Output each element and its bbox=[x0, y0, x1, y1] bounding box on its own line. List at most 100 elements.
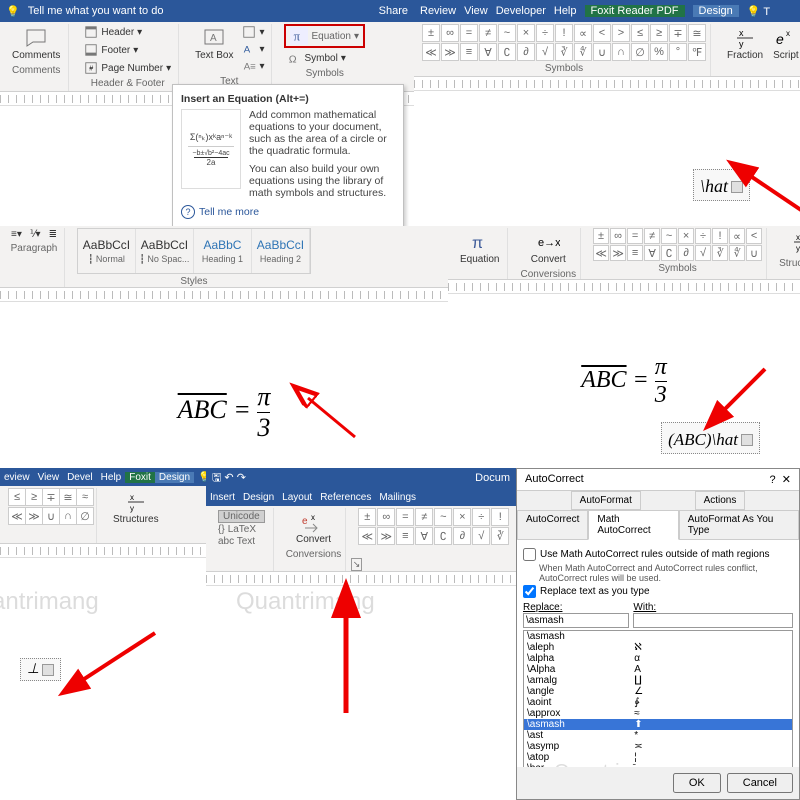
autocorrect-row[interactable]: \alephℵ bbox=[524, 642, 792, 653]
fraction-button[interactable]: xyFraction bbox=[723, 24, 767, 63]
checkbox-outside-math[interactable]: Use Math AutoCorrect rules outside of ma… bbox=[523, 548, 793, 561]
tab-view[interactable]: View bbox=[464, 5, 488, 17]
symbols-mini[interactable]: ≤≥∓≅≈ ≪≫∪∩∅ bbox=[8, 488, 92, 525]
tab-review[interactable]: Review bbox=[420, 5, 456, 17]
symbols-grid-6[interactable]: ±∞=≠~×÷!≪≫≡∀∁∂√∛ bbox=[358, 508, 509, 545]
symbol-cell[interactable]: ≠ bbox=[479, 24, 497, 42]
text-box-button[interactable]: A Text Box bbox=[191, 24, 237, 63]
unicode-option[interactable]: Unicode bbox=[218, 510, 265, 523]
convert-button-6[interactable]: exConvert bbox=[292, 508, 335, 547]
symbol-cell[interactable]: ∛ bbox=[555, 43, 573, 61]
equation-button-4[interactable]: πEquation bbox=[456, 228, 503, 267]
symbol-cell[interactable]: ∓ bbox=[669, 24, 687, 42]
symbol-cell[interactable]: % bbox=[650, 43, 668, 61]
style-item[interactable]: AaBbCcI┇ Normal bbox=[78, 229, 136, 273]
style-item[interactable]: AaBbCHeading 1 bbox=[194, 229, 252, 273]
symbol-cell[interactable]: ∝ bbox=[574, 24, 592, 42]
symbol-button[interactable]: ΩSymbol ▾ bbox=[284, 50, 348, 66]
autocorrect-row[interactable]: \asymp≍ bbox=[524, 741, 792, 752]
header-button[interactable]: Header ▾ bbox=[81, 24, 145, 40]
tab-autocorrect[interactable]: AutoCorrect bbox=[517, 510, 588, 540]
tab-autoformat[interactable]: AutoFormat bbox=[571, 491, 641, 510]
tab-design[interactable]: Design bbox=[693, 5, 739, 17]
comments-button[interactable]: Comments bbox=[8, 24, 64, 63]
document-area-4[interactable]: ABC = π3 (ABC)\hat bbox=[448, 294, 800, 464]
symbol-cell[interactable]: ≫ bbox=[441, 43, 459, 61]
tab-math-autocorrect[interactable]: Math AutoCorrect bbox=[588, 510, 678, 540]
autocorrect-row[interactable]: \asmash⬆ bbox=[524, 719, 792, 730]
symbol-cell[interactable]: < bbox=[593, 24, 611, 42]
latex-option[interactable]: LaTeX bbox=[228, 524, 256, 535]
autocorrect-row[interactable]: \AlphaΑ bbox=[524, 664, 792, 675]
symbol-cell[interactable]: ± bbox=[422, 24, 440, 42]
autocorrect-row[interactable]: \ast* bbox=[524, 730, 792, 741]
autocorrect-row[interactable]: \asmash bbox=[524, 631, 792, 642]
autocorrect-row[interactable]: \aoint∳ bbox=[524, 697, 792, 708]
symbol-cell[interactable]: ≡ bbox=[460, 43, 478, 61]
with-input[interactable] bbox=[633, 613, 793, 628]
tooltip-tellmemore-link[interactable]: Tell me more bbox=[181, 205, 395, 219]
symbol-cell[interactable]: = bbox=[460, 24, 478, 42]
symbol-cell[interactable]: ÷ bbox=[536, 24, 554, 42]
autocorrect-row[interactable]: \approx≈ bbox=[524, 708, 792, 719]
tell-me-text[interactable]: Tell me what you want to do bbox=[28, 5, 164, 17]
bullets-icon[interactable]: ≡▾ bbox=[8, 228, 25, 241]
page-number-button[interactable]: #Page Number ▾ bbox=[81, 60, 174, 76]
symbol-cell[interactable]: ∁ bbox=[498, 43, 516, 61]
tab-developer[interactable]: Developer bbox=[496, 5, 546, 17]
close-icon[interactable]: ✕ bbox=[782, 474, 791, 486]
style-item[interactable]: AaBbCcIHeading 2 bbox=[252, 229, 310, 273]
structures-button-5[interactable]: xyStructures bbox=[109, 488, 163, 527]
wordart-icon[interactable]: A▾ bbox=[239, 41, 267, 57]
symbol-cell[interactable]: × bbox=[517, 24, 535, 42]
symbol-cell[interactable]: ≤ bbox=[631, 24, 649, 42]
cancel-button[interactable]: Cancel bbox=[727, 773, 793, 793]
symbol-cell[interactable]: ∂ bbox=[517, 43, 535, 61]
autocorrect-list[interactable]: Quantrimang \asmash\alephℵ\alphaα\AlphaΑ… bbox=[523, 630, 793, 767]
symbol-cell[interactable]: ∜ bbox=[574, 43, 592, 61]
autocorrect-row[interactable]: \bar̄ bbox=[524, 763, 792, 767]
symbol-cell[interactable]: ≅ bbox=[688, 24, 706, 42]
symbol-cell[interactable]: ∞ bbox=[441, 24, 459, 42]
checkbox-replace-as-type[interactable]: Replace text as you type bbox=[523, 585, 793, 598]
symbol-cell[interactable]: ≥ bbox=[650, 24, 668, 42]
styles-gallery[interactable]: AaBbCcI┇ NormalAaBbCcI┇ No Spac...AaBbCH… bbox=[77, 228, 311, 274]
tab-autoformat-asyoutype[interactable]: AutoFormat As You Type bbox=[679, 510, 799, 540]
symbol-cell[interactable]: ° bbox=[669, 43, 687, 61]
symbol-cell[interactable]: > bbox=[612, 24, 630, 42]
tab-foxit[interactable]: Foxit Reader PDF bbox=[585, 5, 685, 17]
symbol-cell[interactable]: ~ bbox=[498, 24, 516, 42]
numbering-icon[interactable]: ⅟▾ bbox=[27, 228, 44, 241]
symbol-cell[interactable]: √ bbox=[536, 43, 554, 61]
symbols-grid-small[interactable]: ±∞=≠~×÷!∝<≪≫≡∀∁∂√∛∜∪ bbox=[593, 228, 762, 261]
abctext-option[interactable]: abc Text bbox=[218, 536, 255, 547]
symbol-cell[interactable]: ∩ bbox=[612, 43, 630, 61]
autocorrect-row[interactable]: \angle∠ bbox=[524, 686, 792, 697]
ok-button[interactable]: OK bbox=[673, 773, 721, 793]
symbol-cell[interactable]: ℉ bbox=[688, 43, 706, 61]
equation-button[interactable]: π Equation ▾ bbox=[284, 24, 365, 48]
autocorrect-row[interactable]: \amalg∐ bbox=[524, 675, 792, 686]
structures-button[interactable]: xy bbox=[786, 228, 800, 256]
quick-parts-icon[interactable]: ▾ bbox=[239, 24, 267, 40]
convert-button-4[interactable]: e→xConvert bbox=[527, 228, 570, 267]
share-button[interactable]: Share bbox=[379, 5, 408, 17]
symbols-grid[interactable]: ±∞=≠~×÷!∝<>≤≥∓≅≪≫≡∀∁∂√∛∜∪∩∅%°℉ bbox=[422, 24, 706, 61]
tab-help[interactable]: Help bbox=[554, 5, 577, 17]
symbol-cell[interactable]: ! bbox=[555, 24, 573, 42]
equation-placeholder[interactable]: ⊥ bbox=[20, 658, 61, 681]
autocorrect-row[interactable]: \atop¦ bbox=[524, 752, 792, 763]
symbol-cell[interactable]: ∅ bbox=[631, 43, 649, 61]
footer-button[interactable]: Footer ▾ bbox=[81, 42, 141, 58]
script-button[interactable]: exScript bbox=[769, 24, 800, 63]
symbol-cell[interactable]: ∀ bbox=[479, 43, 497, 61]
symbol-cell[interactable]: ∪ bbox=[593, 43, 611, 61]
dropcap-icon[interactable]: A≡▾ bbox=[239, 58, 267, 74]
tab-actions[interactable]: Actions bbox=[695, 491, 746, 510]
replace-input[interactable] bbox=[523, 613, 629, 628]
autocorrect-row[interactable]: \alphaα bbox=[524, 653, 792, 664]
dialog-launcher-icon[interactable]: ↘ bbox=[351, 558, 363, 571]
equation-dropdown-icon[interactable] bbox=[741, 434, 753, 446]
document-area-3[interactable]: ABC = π3 bbox=[0, 302, 448, 463]
align-icon[interactable]: ≣ bbox=[46, 228, 60, 241]
